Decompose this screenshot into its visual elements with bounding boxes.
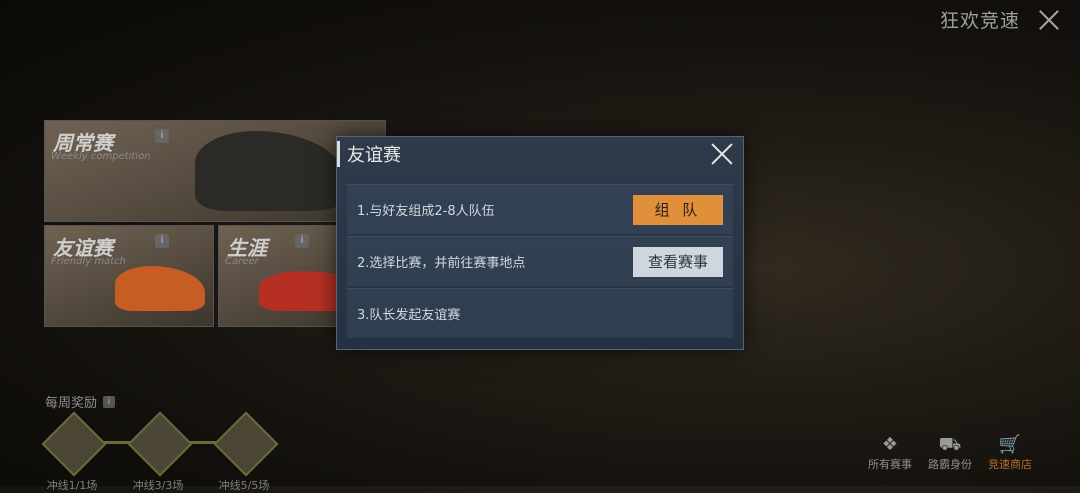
- info-icon[interactable]: i: [103, 395, 116, 408]
- dialog-title: 友谊赛: [347, 145, 401, 166]
- info-icon[interactable]: i: [155, 129, 169, 143]
- reward-label: 冲线1/1场: [46, 479, 98, 492]
- weekly-rewards-title: 每周奖励 i: [45, 392, 285, 411]
- mode-card-friendly[interactable]: 友谊赛 i Friendly match: [44, 225, 214, 327]
- step-text: 1.与好友组成2-8人队伍: [357, 204, 495, 219]
- grid-icon: ❖: [881, 434, 899, 455]
- top-bar: 狂欢竞速: [940, 6, 1060, 33]
- step-text: 3.队长发起友谊赛: [357, 308, 461, 323]
- title-accent-bar: [337, 141, 340, 167]
- view-events-button[interactable]: 查看赛事: [633, 246, 723, 277]
- reward-track: 冲线1/1场 冲线3/3场 冲线5/5场: [41, 411, 285, 492]
- nav-all-events[interactable]: ❖ 所有赛事: [868, 436, 912, 472]
- step-row: 3.队长发起友谊赛: [347, 288, 733, 338]
- nav-label: 竞速商店: [988, 458, 1032, 471]
- reward-chest-icon[interactable]: [127, 411, 193, 477]
- close-icon[interactable]: [711, 143, 733, 165]
- info-icon[interactable]: i: [155, 234, 169, 248]
- nav-road-identity[interactable]: ⛟ 路霸身份: [928, 436, 972, 472]
- reward-chest-icon[interactable]: [41, 411, 107, 477]
- weekly-rewards: 每周奖励 i 冲线1/1场 冲线3/3场 冲线5/5场: [41, 392, 285, 492]
- car-icon: ⛟: [938, 434, 962, 455]
- mode-card-sub: Weekly competition: [51, 151, 151, 162]
- step-text: 2.选择比赛，并前往赛事地点: [357, 256, 526, 271]
- mode-card-sub: Friendly match: [51, 256, 126, 267]
- weekly-rewards-label: 每周奖励: [45, 396, 98, 411]
- reward-chest-icon[interactable]: [213, 411, 279, 477]
- info-icon[interactable]: i: [295, 234, 309, 248]
- nav-label: 路霸身份: [928, 458, 972, 471]
- form-team-button[interactable]: 组 队: [633, 194, 723, 225]
- mode-card-sub: Career: [225, 256, 259, 267]
- friendly-match-dialog: 友谊赛 1.与好友组成2-8人队伍 组 队 2.选择比赛，并前往赛事地点 查看赛…: [336, 136, 744, 350]
- step-row: 1.与好友组成2-8人队伍 组 队: [347, 184, 733, 234]
- reward-label: 冲线3/3场: [132, 479, 184, 492]
- sports-car-image: [115, 266, 205, 311]
- reward-label: 冲线5/5场: [218, 479, 270, 492]
- nav-label: 所有赛事: [868, 458, 912, 471]
- steps-list: 1.与好友组成2-8人队伍 组 队 2.选择比赛，并前往赛事地点 查看赛事 3.…: [347, 184, 733, 340]
- close-icon[interactable]: [1038, 9, 1060, 31]
- mode-card-weekly[interactable]: 周常赛 i Weekly competition: [44, 120, 386, 222]
- truck-image: [195, 131, 345, 211]
- step-row: 2.选择比赛，并前往赛事地点 查看赛事: [347, 236, 733, 286]
- nav-race-shop[interactable]: 🛒 竞速商店: [988, 436, 1032, 472]
- mode-title: 狂欢竞速: [939, 10, 1020, 32]
- bottom-nav: ❖ 所有赛事 ⛟ 路霸身份 🛒 竞速商店: [868, 436, 1032, 472]
- cart-icon: 🛒: [998, 434, 1022, 455]
